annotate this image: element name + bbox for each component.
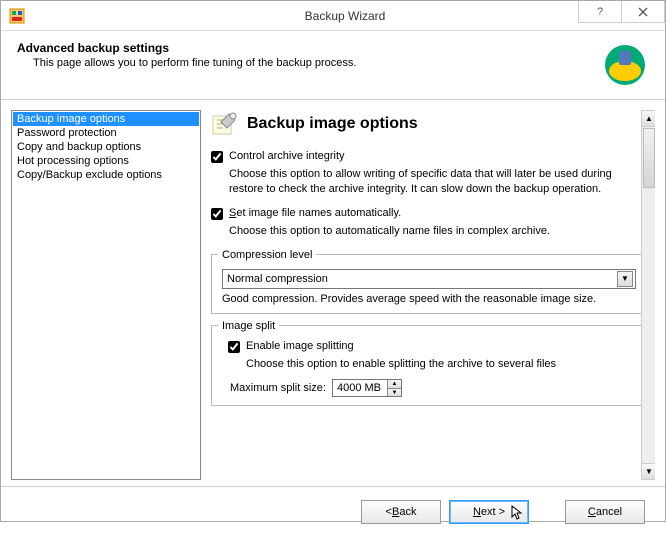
spinner-down-icon[interactable]: ▼: [387, 388, 401, 397]
compression-value: Normal compression: [227, 273, 328, 285]
auto-filenames-desc: Choose this option to automatically name…: [229, 224, 647, 239]
footer: < Back Next > Cancel: [1, 486, 665, 536]
app-icon: [9, 8, 25, 24]
sidebar-item-copy-backup-options[interactable]: Copy and backup options: [13, 140, 199, 154]
split-size-spinner[interactable]: 4000 MB ▲ ▼: [332, 379, 402, 397]
sidebar-item-backup-image-options[interactable]: Backup image options: [13, 112, 199, 126]
titlebar: Backup Wizard ?: [1, 1, 665, 31]
scroll-down-icon[interactable]: ▼: [642, 463, 655, 479]
compression-legend: Compression level: [218, 249, 316, 261]
content-panel: Backup image options Control archive int…: [201, 110, 655, 480]
body: Backup image options Password protection…: [1, 100, 665, 480]
compression-fieldset: Compression level Normal compression ▼ G…: [211, 249, 647, 314]
scroll-thumb[interactable]: [643, 128, 655, 188]
cursor-icon: [511, 505, 525, 524]
options-icon: [211, 110, 239, 138]
control-integrity-checkbox[interactable]: [211, 151, 223, 163]
chevron-down-icon: ▼: [617, 271, 633, 287]
enable-splitting-desc: Choose this option to enable splitting t…: [246, 357, 636, 372]
back-button[interactable]: < Back: [361, 500, 441, 524]
split-size-value: 4000 MB: [337, 382, 381, 394]
control-integrity-label: Control archive integrity: [229, 150, 647, 162]
page-title: Advanced backup settings: [17, 41, 601, 55]
wizard-icon: [601, 41, 649, 89]
compression-hint: Good compression. Provides average speed…: [222, 293, 636, 305]
sidebar-item-hot-processing-options[interactable]: Hot processing options: [13, 154, 199, 168]
window-controls: ?: [578, 1, 665, 23]
close-button[interactable]: [621, 1, 665, 23]
window-title: Backup Wizard: [25, 9, 665, 23]
sidebar: Backup image options Password protection…: [11, 110, 201, 480]
sidebar-item-exclude-options[interactable]: Copy/Backup exclude options: [13, 168, 199, 182]
spinner-up-icon[interactable]: ▲: [387, 380, 401, 388]
scroll-up-icon[interactable]: ▲: [642, 111, 655, 127]
split-size-label: Maximum split size:: [230, 382, 326, 394]
cancel-button[interactable]: Cancel: [565, 500, 645, 524]
next-button[interactable]: Next >: [449, 500, 529, 524]
header: Advanced backup settings This page allow…: [1, 31, 665, 93]
compression-dropdown[interactable]: Normal compression ▼: [222, 269, 636, 289]
auto-filenames-label: Set image file names automatically.: [229, 207, 647, 219]
image-split-legend: Image split: [218, 320, 279, 332]
help-button[interactable]: ?: [578, 1, 622, 23]
auto-filenames-checkbox[interactable]: [211, 208, 223, 220]
sidebar-item-password-protection[interactable]: Password protection: [13, 126, 199, 140]
vertical-scrollbar[interactable]: ▲ ▼: [641, 110, 655, 480]
page-description: This page allows you to perform fine tun…: [17, 57, 601, 69]
section-title: Backup image options: [247, 115, 418, 133]
enable-splitting-label: Enable image splitting: [246, 340, 636, 352]
image-split-fieldset: Image split Enable image splitting Choos…: [211, 320, 647, 407]
control-integrity-desc: Choose this option to allow writing of s…: [229, 167, 647, 197]
enable-splitting-checkbox[interactable]: [228, 341, 240, 353]
